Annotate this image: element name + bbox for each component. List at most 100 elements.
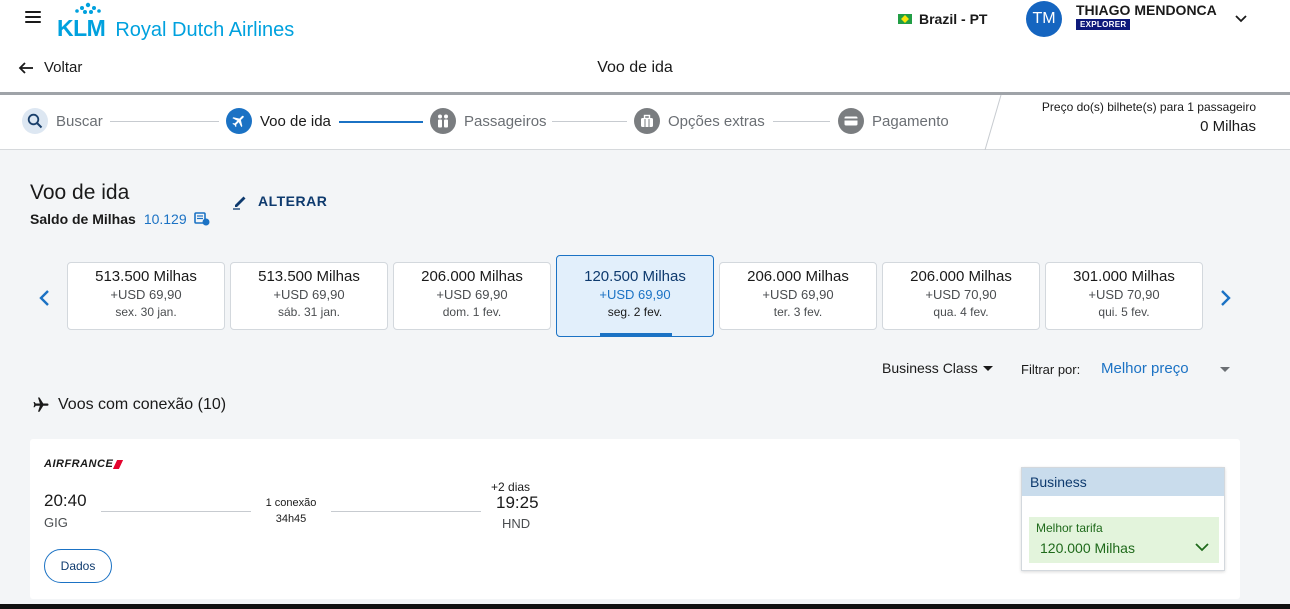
date-card-miles: 513.500 Milhas — [95, 268, 197, 285]
hamburger-menu-icon[interactable] — [25, 11, 41, 25]
date-card-usd: +USD 70,90 — [1088, 287, 1160, 302]
ticket-price-value: 0 Milhas — [1200, 118, 1256, 135]
step-label: Voo de ida — [260, 112, 331, 130]
route-line — [101, 511, 251, 512]
date-card[interactable]: 513.500 Milhas +USD 69,90 sex. 30 jan. — [67, 262, 225, 330]
step-search[interactable]: Buscar — [22, 108, 103, 134]
date-card-day: qua. 4 fev. — [933, 305, 989, 319]
date-card-usd: +USD 69,90 — [599, 287, 671, 302]
main-content: Voo de ida Saldo de Milhas 10.129 ALTERA… — [0, 150, 1290, 609]
date-card-usd: +USD 69,90 — [273, 287, 345, 302]
step-extra-options[interactable]: Opções extras — [634, 108, 765, 134]
booking-stepper: Buscar Voo de ida Passageiros Opções ext… — [0, 95, 1290, 150]
connections-heading: Voos com conexão (10) — [32, 396, 226, 414]
credit-card-icon — [838, 108, 864, 134]
step-passengers[interactable]: Passageiros — [430, 108, 547, 134]
miles-balance-value: 10.129 — [143, 211, 187, 227]
fare-miles-value: 120.000 Milhas — [1040, 540, 1135, 556]
klm-crown-icon — [75, 2, 101, 14]
date-card-miles: 206.000 Milhas — [910, 268, 1012, 285]
step-label: Buscar — [56, 112, 103, 130]
section-title: Voo de ida — [30, 181, 130, 204]
arrival-time: 19:25 — [496, 493, 539, 512]
departure-time: 20:40 — [44, 491, 87, 510]
route-line — [331, 511, 481, 512]
date-card[interactable]: 206.000 Milhas +USD 70,90 qua. 4 fev. — [882, 262, 1040, 330]
date-card-usd: +USD 69,90 — [762, 287, 834, 302]
date-card[interactable]: 513.500 Milhas +USD 69,90 sáb. 31 jan. — [230, 262, 388, 330]
fare-best-label: Melhor tarifa — [1036, 521, 1103, 535]
chevron-down-icon[interactable] — [1234, 12, 1248, 26]
top-header: KLM Royal Dutch Airlines Brazil - PT TM … — [0, 0, 1290, 95]
miles-balance-label: Saldo de Milhas — [30, 211, 136, 227]
arrival-airport: HND — [502, 516, 531, 531]
change-search-button[interactable]: ALTERAR — [232, 192, 327, 210]
date-card-day: qui. 5 fev. — [1098, 305, 1150, 319]
ticket-price-label: Preço do(s) bilhete(s) para 1 passageiro — [1041, 100, 1256, 114]
flight-details-button[interactable]: Dados — [44, 549, 112, 583]
brand-name: Royal Dutch Airlines — [115, 19, 295, 41]
step-connector — [110, 121, 219, 122]
date-card-miles: 301.000 Milhas — [1073, 268, 1175, 285]
cabin-class-value: Business Class — [882, 360, 978, 376]
page-title: Voo de ida — [597, 59, 673, 76]
date-card[interactable]: 301.000 Milhas +USD 70,90 qui. 5 fev. — [1045, 262, 1203, 330]
fare-class-label: Business — [1022, 468, 1224, 496]
user-name[interactable]: THIAGO MENDONCA — [1076, 2, 1217, 18]
briefcase-icon — [634, 108, 660, 134]
fare-option-business[interactable]: Business Melhor tarifa 120.000 Milhas — [1021, 467, 1225, 571]
plus-days-badge: +2 dias — [491, 480, 531, 494]
date-card-selected[interactable]: 120.500 Milhas +USD 69,90 seg. 2 fev. — [556, 255, 714, 337]
klm-logo[interactable]: KLM Royal Dutch Airlines — [57, 2, 294, 42]
locale-label: Brazil - PT — [919, 11, 988, 27]
step-connector — [773, 121, 830, 122]
date-card-miles: 120.500 Milhas — [584, 268, 686, 285]
step-label: Opções extras — [668, 112, 765, 130]
change-label: ALTERAR — [258, 193, 328, 209]
airline-stripe-icon — [113, 459, 124, 469]
date-card-usd: +USD 70,90 — [925, 287, 997, 302]
step-connector-active — [339, 121, 423, 123]
date-card-miles: 206.000 Milhas — [421, 268, 523, 285]
caret-down-icon[interactable] — [1220, 367, 1230, 372]
next-dates-chevron-right-icon[interactable] — [1215, 288, 1235, 308]
date-card-day: sex. 30 jan. — [115, 305, 177, 319]
date-card-usd: +USD 69,90 — [110, 287, 182, 302]
step-connector — [552, 121, 627, 122]
date-card-usd: +USD 69,90 — [436, 287, 508, 302]
plane-icon — [226, 108, 252, 134]
cabin-class-select[interactable]: Business Class — [882, 360, 993, 376]
user-avatar[interactable]: TM — [1026, 1, 1062, 37]
previous-dates-chevron-left-icon[interactable] — [35, 288, 55, 308]
date-card-day: ter. 3 fev. — [773, 305, 823, 319]
step-payment[interactable]: Pagamento — [838, 108, 949, 134]
people-icon — [430, 108, 456, 134]
fare-best-price[interactable]: Melhor tarifa 120.000 Milhas — [1029, 517, 1219, 563]
airline-name: AIRFRANCE — [44, 458, 114, 470]
date-card-day: dom. 1 fev. — [442, 305, 502, 319]
chevron-down-icon — [1195, 543, 1209, 552]
step-label: Passageiros — [464, 112, 547, 130]
search-icon — [22, 108, 48, 134]
departure-airport: GIG — [44, 515, 68, 530]
user-tier-badge: EXPLORER — [1076, 19, 1131, 30]
locale-selector[interactable]: Brazil - PT — [898, 11, 987, 27]
miles-wallet-icon — [193, 212, 210, 226]
date-card[interactable]: 206.000 Milhas +USD 69,90 ter. 3 fev. — [719, 262, 877, 330]
plane-icon — [33, 397, 49, 412]
date-card-miles: 513.500 Milhas — [258, 268, 360, 285]
sort-select[interactable]: Melhor preço — [1101, 360, 1189, 377]
flight-result-card[interactable]: AIRFRANCE 20:40 GIG 1 conexão 34h45 +2 d… — [30, 439, 1240, 599]
step-outbound-flight[interactable]: Voo de ida — [226, 108, 331, 134]
stops-count: 1 conexão — [265, 497, 317, 509]
brazil-flag-icon — [898, 14, 912, 24]
step-label: Pagamento — [872, 112, 949, 130]
bottom-edge — [0, 604, 1290, 609]
pencil-icon — [233, 196, 246, 210]
klm-logo-text: KLM — [57, 15, 106, 41]
filter-label: Filtrar por: — [1021, 362, 1081, 377]
miles-balance: Saldo de Milhas 10.129 — [30, 211, 210, 227]
connections-heading-text: Voos com conexão (10) — [58, 396, 227, 413]
selected-indicator — [600, 333, 672, 336]
date-card[interactable]: 206.000 Milhas +USD 69,90 dom. 1 fev. — [393, 262, 551, 330]
